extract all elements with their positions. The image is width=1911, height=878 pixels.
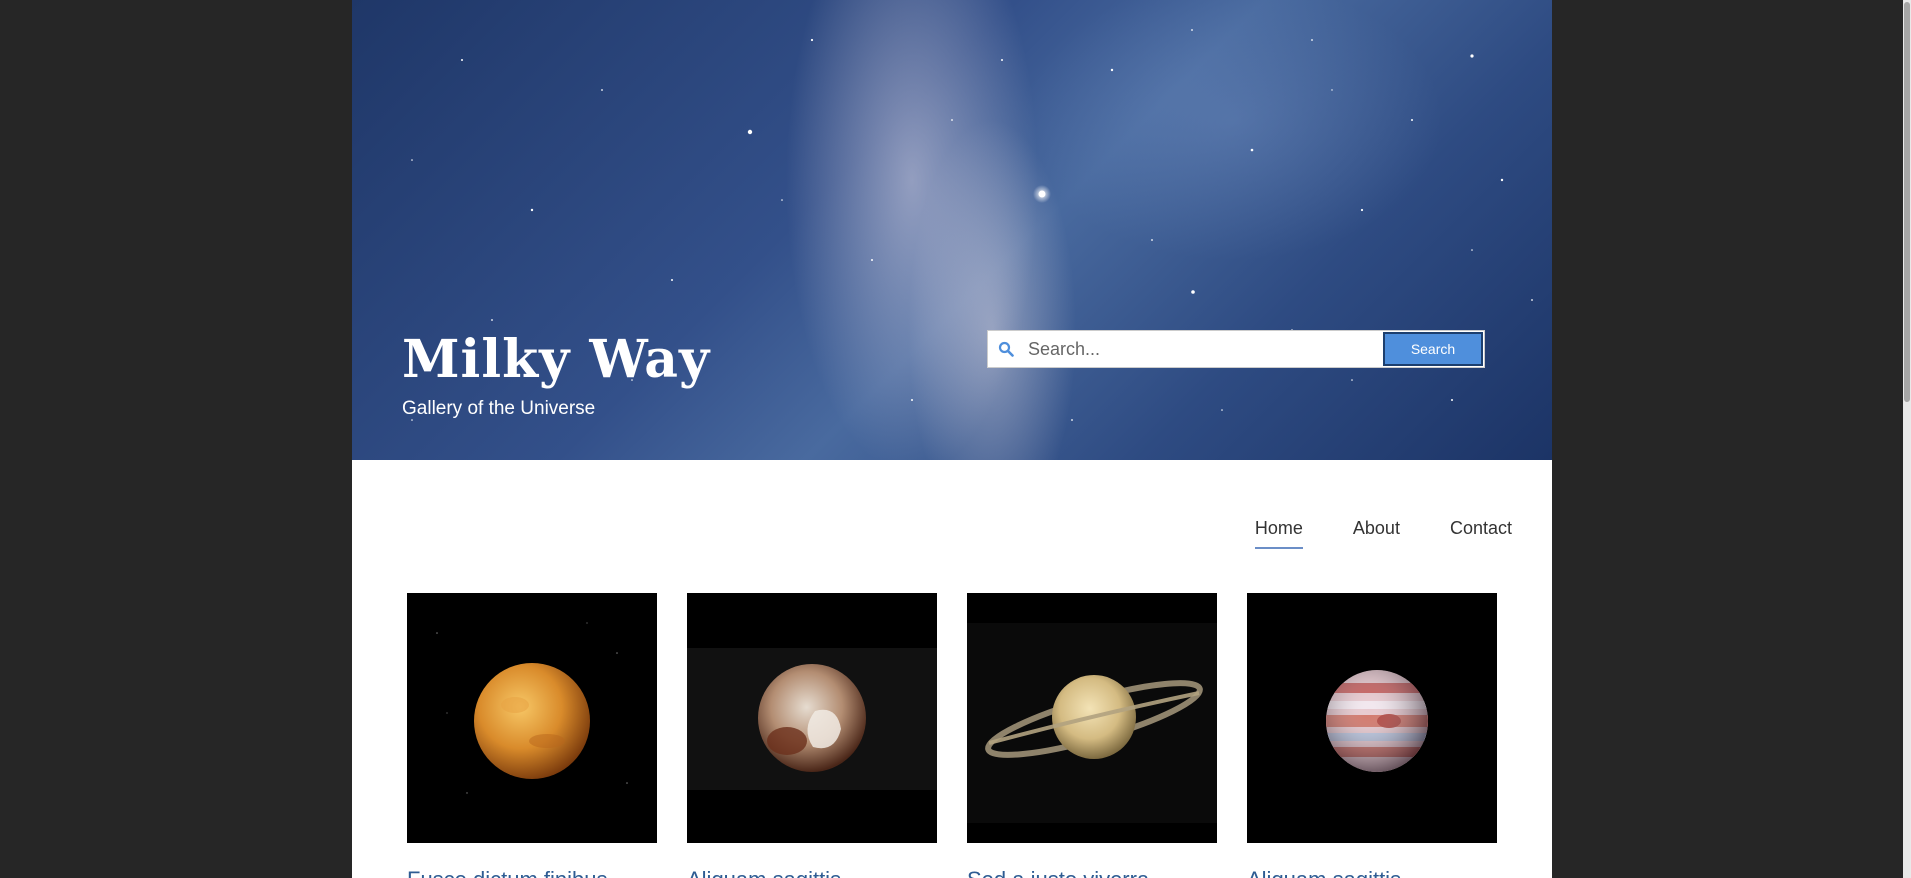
gallery-card[interactable]: Fusce dictum finibus: [407, 593, 657, 878]
card-title[interactable]: Sed a justo viverra: [967, 867, 1217, 878]
nav-item-about[interactable]: About: [1353, 518, 1400, 549]
pluto-planet-image[interactable]: [687, 593, 937, 843]
card-title[interactable]: Aliquam sagittis: [687, 867, 937, 878]
venus-planet-image[interactable]: [407, 593, 657, 843]
nav-item-home[interactable]: Home: [1254, 518, 1303, 549]
gallery-grid: Fusce dictum finibus: [407, 593, 1497, 878]
nav-item-contact[interactable]: Contact: [1450, 518, 1512, 549]
jupiter-planet-image[interactable]: [1247, 593, 1497, 843]
site-title[interactable]: Milky Way: [402, 330, 710, 390]
search-button[interactable]: Search: [1383, 332, 1483, 366]
site-tagline: Gallery of the Universe: [402, 398, 596, 419]
scrollbar-thumb[interactable]: [1904, 2, 1910, 402]
saturn-planet-image[interactable]: [967, 593, 1217, 843]
site-brand: Milky Way Gallery of the Universe: [402, 330, 710, 420]
main-navigation: Home About Contact: [1254, 518, 1512, 549]
search-icon: [988, 331, 1024, 367]
gallery-card[interactable]: Sed a justo viverra: [967, 593, 1217, 878]
gallery-card[interactable]: Aliquam sagittis: [687, 593, 937, 878]
card-title[interactable]: Fusce dictum finibus: [407, 867, 657, 878]
page-scrollbar[interactable]: [1903, 0, 1911, 878]
search-input[interactable]: [1024, 332, 1383, 366]
card-title[interactable]: Aliquam sagittis: [1247, 867, 1497, 878]
hero-banner: Milky Way Gallery of the Universe Search: [352, 0, 1552, 460]
page-container: Milky Way Gallery of the Universe Search…: [352, 0, 1552, 878]
search-form: Search: [987, 330, 1485, 368]
gallery-card[interactable]: Aliquam sagittis: [1247, 593, 1497, 878]
